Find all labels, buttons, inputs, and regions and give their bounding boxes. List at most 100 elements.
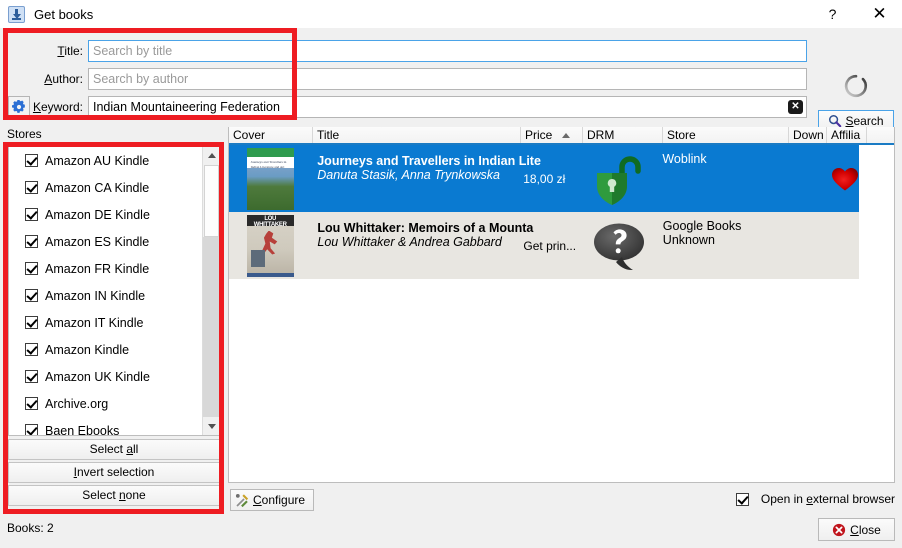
author-search-input[interactable] <box>88 68 807 90</box>
external-browser-checkbox[interactable] <box>735 492 749 506</box>
book-store: Google Books <box>662 219 742 233</box>
column-header-price-label: Price <box>525 128 553 142</box>
store-label: Amazon CA Kindle <box>45 180 150 195</box>
store-item[interactable]: Amazon CA Kindle <box>9 174 203 201</box>
cover-bottom-band <box>246 272 294 277</box>
cell-title: Lou Whittaker: Memoirs of a Mountа Lou W… <box>311 212 534 279</box>
book-price: 18,00 zł <box>523 171 566 186</box>
select-all-button[interactable]: Select all <box>8 439 220 460</box>
store-item[interactable]: Amazon AU Kindle <box>9 147 203 174</box>
configure-button[interactable]: Configure <box>230 489 314 511</box>
stores-panel: Amazon AU Kindle Amazon CA Kindle Amazon… <box>8 146 220 436</box>
column-header-store[interactable]: Store <box>663 127 789 144</box>
column-header-filler <box>867 127 894 144</box>
scroll-up-arrow-icon[interactable] <box>203 147 219 164</box>
cell-affiliate <box>820 212 859 279</box>
book-author: Danuta Stasik, Anna Trynkowska <box>317 168 500 182</box>
search-button-label: Search <box>845 113 884 128</box>
window-title: Get books <box>34 6 94 22</box>
external-browser-label: Open in external browser <box>760 492 895 506</box>
column-header-affiliate[interactable]: Affilia <box>827 127 867 144</box>
store-item[interactable]: Amazon IN Kindle <box>9 282 203 309</box>
cover-text: LOU WHITTAKER <box>253 215 287 228</box>
book-price: Get prin... <box>523 238 577 253</box>
help-button[interactable]: ? <box>810 0 855 28</box>
close-button[interactable]: Close <box>818 518 895 541</box>
scrollbar-track[interactable] <box>203 237 219 417</box>
close-button-label: Close <box>850 522 881 537</box>
column-header-title[interactable]: Title <box>313 127 521 144</box>
store-checkbox[interactable] <box>25 370 38 383</box>
magnifier-icon <box>829 114 842 127</box>
book-title: Journeys and Travellers in Indian Lite <box>317 154 541 168</box>
book-author: Lou Whittaker & Andrea Gabbard <box>317 235 502 249</box>
column-header-cover[interactable]: Cover <box>229 127 313 144</box>
cell-down <box>782 145 819 212</box>
store-item[interactable]: Amazon UK Kindle <box>9 363 203 390</box>
open-external-browser-option[interactable]: Open in external browser <box>735 492 895 506</box>
cell-title: Journeys and Travellers in Indian Lite D… <box>311 145 541 212</box>
cell-drm <box>580 212 658 279</box>
title-field-label: Title: <box>57 44 83 58</box>
sort-ascending-icon <box>562 133 570 138</box>
book-cover-lou-whittaker: LOU WHITTAKER <box>246 214 294 277</box>
select-none-button[interactable]: Select none <box>8 485 220 506</box>
store-item[interactable]: Amazon IT Kindle <box>9 309 203 336</box>
configure-button-label: Configure <box>253 493 306 507</box>
scroll-down-arrow-icon[interactable] <box>203 418 219 435</box>
title-field-row: Title: <box>0 40 807 62</box>
cell-down <box>782 212 819 279</box>
store-label: Amazon Kindle <box>45 342 130 357</box>
store-item[interactable]: Amazon Kindle <box>9 336 203 363</box>
store-item[interactable]: Archive.org <box>9 390 203 417</box>
store-checkbox[interactable] <box>25 397 38 410</box>
book-store: Woblink <box>662 152 707 166</box>
cell-price: Get prin... <box>519 212 580 279</box>
scrollbar-thumb[interactable] <box>204 165 219 237</box>
book-title: Lou Whittaker: Memoirs of a Mountа <box>317 221 534 235</box>
store-checkbox[interactable] <box>25 262 38 275</box>
gear-icon[interactable] <box>8 96 30 118</box>
question-bubble-icon <box>593 223 644 270</box>
author-field-label: Author: <box>44 72 83 86</box>
table-row[interactable]: LOU WHITTAKER Lou Whittaker: Memoirs of … <box>229 212 859 279</box>
store-item[interactable]: Amazon FR Kindle <box>9 255 203 282</box>
store-selection-buttons: Select all Invert selection Select none <box>8 439 220 508</box>
clear-keyword-icon[interactable]: ✕ <box>788 100 803 114</box>
store-label: Amazon ES Kindle <box>45 234 150 249</box>
cell-store: Woblink <box>658 145 781 212</box>
store-item[interactable]: Amazon ES Kindle <box>9 228 203 255</box>
title-search-input[interactable] <box>88 40 807 62</box>
store-item[interactable]: Baen Ebooks <box>9 417 203 435</box>
cover-photo <box>250 249 265 267</box>
store-checkbox[interactable] <box>25 181 38 194</box>
column-header-price[interactable]: Price <box>521 127 583 144</box>
table-row[interactable]: Journeys and Travellers in Indian Litera… <box>229 145 859 212</box>
store-label: Amazon IT Kindle <box>45 315 144 330</box>
store-checkbox[interactable] <box>25 316 38 329</box>
loading-spinner-icon <box>843 73 869 99</box>
store-checkbox[interactable] <box>25 208 38 221</box>
column-header-down[interactable]: Down <box>789 127 827 144</box>
store-checkbox[interactable] <box>25 289 38 302</box>
stores-group-label: Stores <box>7 127 42 141</box>
wrench-screwdriver-icon <box>235 493 249 507</box>
download-book-icon <box>8 5 25 23</box>
store-checkbox[interactable] <box>25 235 38 248</box>
invert-selection-button[interactable]: Invert selection <box>8 462 220 483</box>
author-field-row: Author: <box>0 68 807 90</box>
stores-scrollbar[interactable] <box>202 147 219 435</box>
store-label: Archive.org <box>45 396 109 411</box>
column-header-drm[interactable]: DRM <box>583 127 663 144</box>
title-bar: Get books ? ✕ <box>0 0 902 28</box>
store-checkbox[interactable] <box>25 343 38 356</box>
store-label: Amazon FR Kindle <box>45 261 150 276</box>
keyword-search-input[interactable] <box>88 96 807 118</box>
table-header-row: Cover Title Price DRM Store Down Affilia <box>229 127 894 145</box>
store-checkbox[interactable] <box>25 154 38 167</box>
stores-list[interactable]: Amazon AU Kindle Amazon CA Kindle Amazon… <box>9 147 203 435</box>
store-label: Amazon AU Kindle <box>45 153 150 168</box>
store-checkbox[interactable] <box>25 424 38 435</box>
window-close-button[interactable]: ✕ <box>857 0 902 28</box>
store-item[interactable]: Amazon DE Kindle <box>9 201 203 228</box>
